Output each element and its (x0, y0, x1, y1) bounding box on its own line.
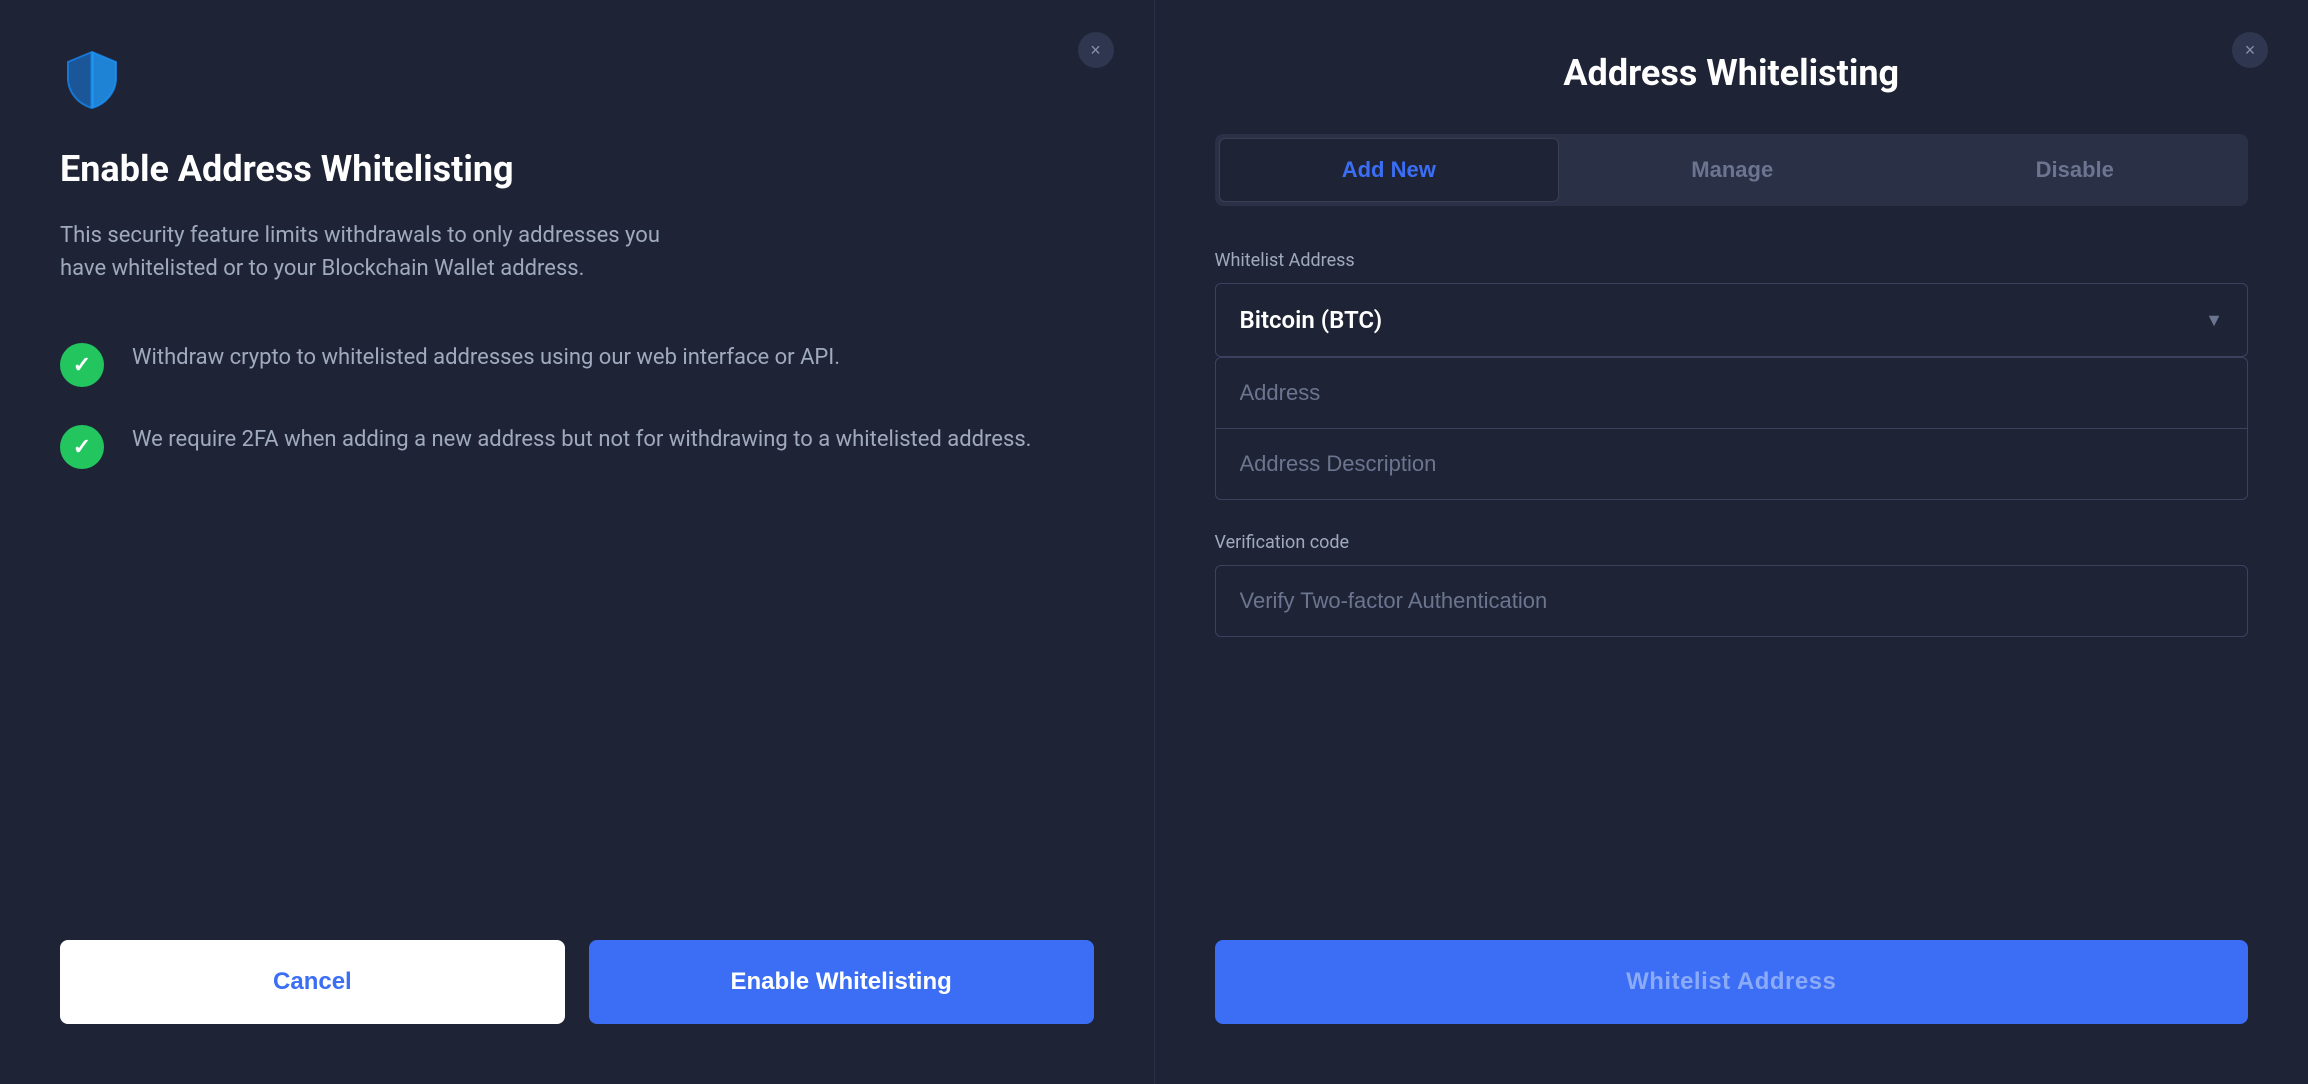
feature-text-2: We require 2FA when adding a new address… (132, 423, 1032, 456)
verification-input[interactable] (1215, 565, 2249, 637)
check-icon-2 (60, 425, 104, 469)
verification-section: Verification code (1215, 532, 2249, 637)
check-icon-1 (60, 343, 104, 387)
tabs-container: Add New Manage Disable (1215, 134, 2249, 206)
close-right-button[interactable]: × (2232, 32, 2268, 68)
enable-whitelisting-panel: × Enable Address Whitelisting This secur… (0, 0, 1155, 1084)
feature-text-1: Withdraw crypto to whitelisted addresses… (132, 341, 840, 374)
enable-whitelisting-button[interactable]: Enable Whitelisting (589, 940, 1094, 1024)
panel-title: Enable Address Whitelisting (60, 148, 1094, 191)
shield-icon-container (60, 48, 1094, 116)
tab-add-new[interactable]: Add New (1219, 138, 1560, 202)
currency-select-display[interactable]: Bitcoin (BTC) ▼ (1216, 284, 2248, 356)
chevron-down-icon: ▼ (2205, 310, 2223, 331)
panel-description: This security feature limits withdrawals… (60, 219, 680, 285)
address-inputs-container (1215, 357, 2249, 500)
whitelist-address-button[interactable]: Whitelist Address (1215, 940, 2249, 1024)
feature-item-2: We require 2FA when adding a new address… (60, 423, 1094, 469)
tab-disable[interactable]: Disable (1906, 138, 2245, 202)
tab-manage[interactable]: Manage (1563, 138, 1902, 202)
address-description-input[interactable] (1216, 429, 2248, 499)
address-whitelisting-panel: × Address Whitelisting Add New Manage Di… (1155, 0, 2308, 1084)
selected-currency: Bitcoin (BTC) (1240, 306, 1383, 334)
feature-list: Withdraw crypto to whitelisted addresses… (60, 341, 1094, 860)
cancel-button[interactable]: Cancel (60, 940, 565, 1024)
shield-icon (60, 48, 124, 112)
right-panel-title: Address Whitelisting (1215, 52, 2249, 94)
whitelist-address-label: Whitelist Address (1215, 250, 2249, 271)
verification-label: Verification code (1215, 532, 2249, 553)
close-left-button[interactable]: × (1078, 32, 1114, 68)
left-buttons: Cancel Enable Whitelisting (60, 940, 1094, 1024)
currency-select[interactable]: Bitcoin (BTC) ▼ (1215, 283, 2249, 357)
address-input[interactable] (1216, 358, 2248, 429)
whitelist-address-section: Whitelist Address Bitcoin (BTC) ▼ (1215, 250, 2249, 500)
feature-item-1: Withdraw crypto to whitelisted addresses… (60, 341, 1094, 387)
